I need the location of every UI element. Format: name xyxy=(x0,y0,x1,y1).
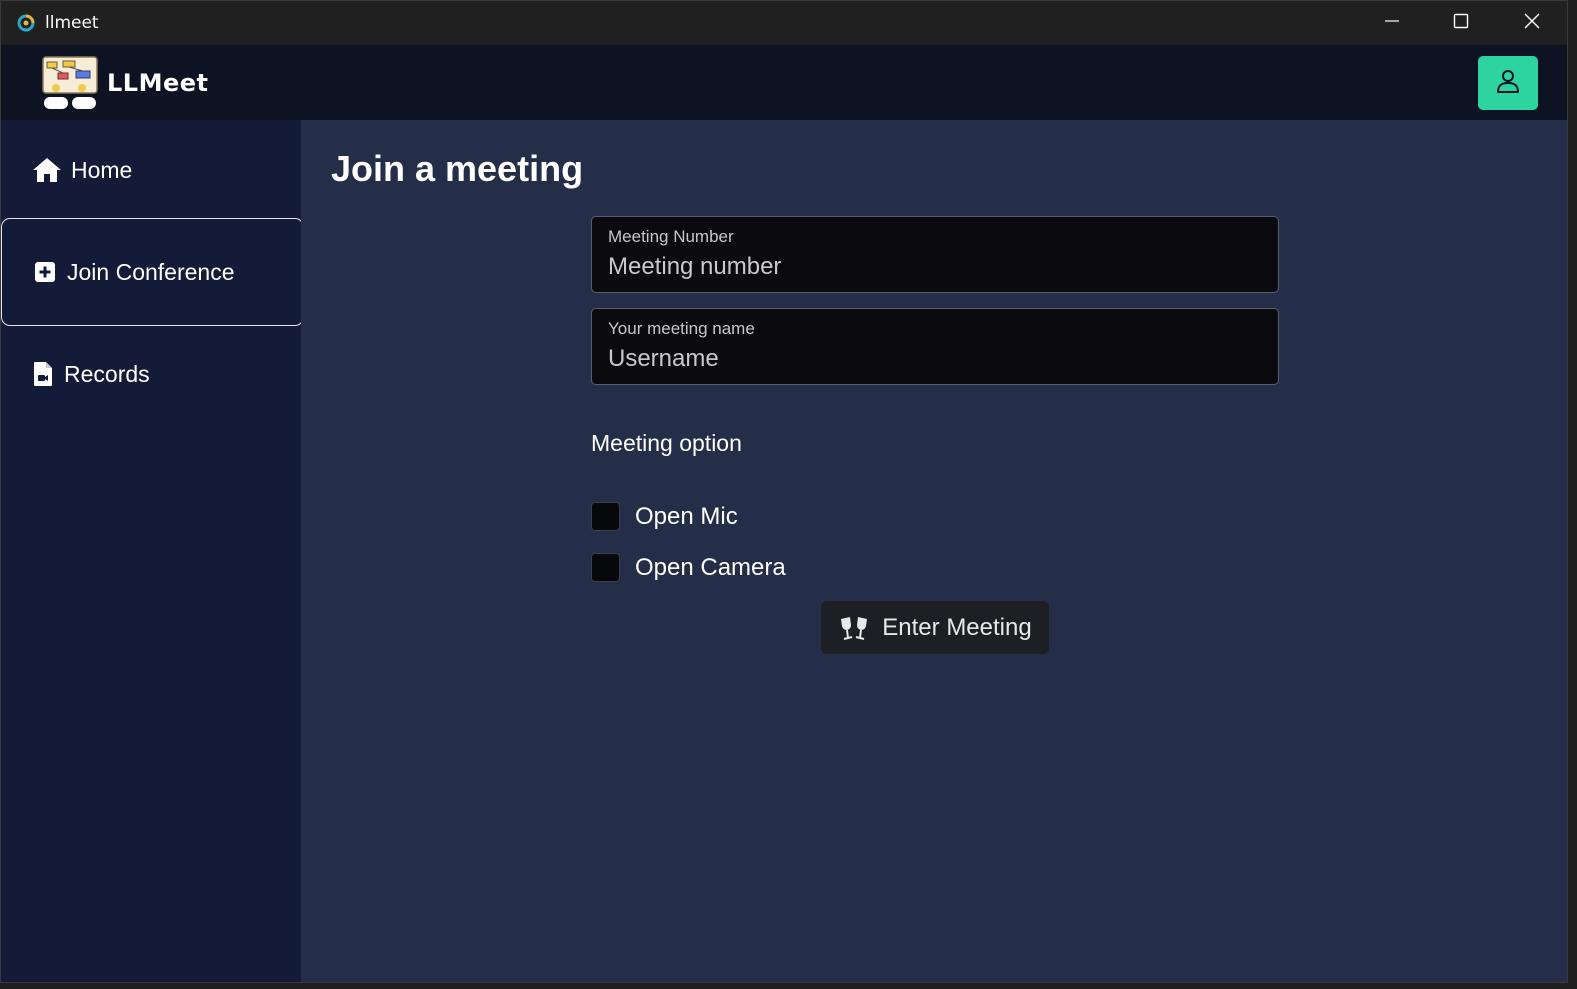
minimize-button[interactable] xyxy=(1358,1,1426,45)
app-window: llmeet LLMeet Home Join Conference Recor… xyxy=(0,0,1568,983)
sidebar-item-label: Join Conference xyxy=(67,258,235,285)
sidebar-item-label: Records xyxy=(64,360,150,387)
page-title: Join a meeting xyxy=(331,148,584,189)
profile-button[interactable] xyxy=(1478,56,1538,110)
meeting-option-heading: Meeting option xyxy=(591,430,742,456)
close-button[interactable] xyxy=(1498,1,1566,45)
sidebar: Home Join Conference Records xyxy=(1,120,304,982)
brand-name: LLMeet xyxy=(107,69,209,97)
home-icon xyxy=(31,156,63,184)
open-mic-option[interactable]: Open Mic xyxy=(591,502,738,531)
sidebar-item-home[interactable]: Home xyxy=(1,120,304,220)
user-icon xyxy=(1494,67,1522,100)
username-input[interactable] xyxy=(608,343,1258,375)
meeting-number-label: Meeting Number xyxy=(608,227,734,246)
file-video-icon xyxy=(32,360,54,388)
sidebar-item-records[interactable]: Records xyxy=(1,324,304,424)
open-camera-option[interactable]: Open Camera xyxy=(591,553,786,582)
cheers-icon xyxy=(838,615,870,641)
plus-square-icon xyxy=(33,258,57,286)
open-camera-checkbox[interactable] xyxy=(591,553,620,582)
maximize-button[interactable] xyxy=(1427,1,1495,45)
window-title: llmeet xyxy=(45,13,99,33)
title-bar[interactable]: llmeet xyxy=(1,1,1567,45)
meeting-name-label: Your meeting name xyxy=(608,319,755,338)
meeting-number-input[interactable] xyxy=(608,251,1258,283)
open-mic-checkbox[interactable] xyxy=(591,502,620,531)
logo-icon xyxy=(41,55,99,111)
sidebar-item-label: Home xyxy=(71,156,133,183)
close-icon xyxy=(1523,12,1541,35)
meeting-name-field[interactable]: Your meeting name xyxy=(591,308,1279,385)
minimize-icon xyxy=(1384,13,1400,34)
app-icon xyxy=(16,13,36,33)
app-header: LLMeet xyxy=(1,45,1567,120)
open-camera-label: Open Camera xyxy=(635,553,786,581)
open-mic-label: Open Mic xyxy=(635,502,738,530)
meeting-number-field[interactable]: Meeting Number xyxy=(591,216,1279,293)
maximize-icon xyxy=(1453,13,1469,34)
enter-meeting-button[interactable]: Enter Meeting xyxy=(821,601,1049,654)
main-content: Join a meeting Meeting Number Your meeti… xyxy=(301,120,1567,982)
enter-meeting-label: Enter Meeting xyxy=(882,613,1032,641)
sidebar-item-join-conference[interactable]: Join Conference xyxy=(1,218,304,326)
